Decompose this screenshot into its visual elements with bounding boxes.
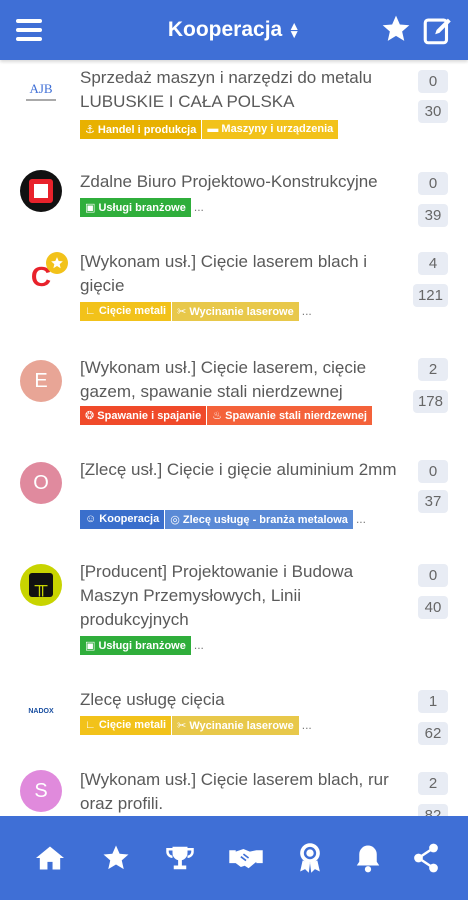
reply-count: 0 — [418, 564, 448, 587]
listing-title: Zdalne Biuro Projektowo-Konstrukcyjne — [80, 172, 378, 191]
bottom-navigation — [0, 816, 468, 900]
reply-count: 2 — [418, 358, 448, 381]
star-icon[interactable] — [380, 13, 412, 45]
reply-count: 0 — [418, 70, 448, 93]
listing-title: Sprzedaż maszyn i narzędzi do metalu LUB… — [80, 68, 372, 111]
tag[interactable]: ▬ Maszyny i urządzenia — [202, 120, 339, 139]
tag-list: ∟ Cięcie metali ✂ Wycinanie laserowe ... — [80, 716, 314, 735]
tag[interactable]: ✂ Wycinanie laserowe — [172, 716, 299, 735]
reply-count: 2 — [418, 772, 448, 795]
tag[interactable]: ☺ Kooperacja — [80, 510, 165, 529]
view-count: 40 — [418, 596, 448, 619]
page-title-text: Kooperacja — [167, 18, 283, 41]
list-item[interactable]: E [Wykonam usł.] Cięcie laserem, cięcie … — [0, 352, 468, 452]
view-count: 62 — [418, 722, 448, 745]
list-item[interactable]: ╥ [Producent] Projektowanie i Budowa Mas… — [0, 562, 468, 674]
view-count: 30 — [418, 100, 448, 123]
tag[interactable]: ∟ Cięcie metali — [80, 302, 172, 321]
tag-list: ☺ Kooperacja ◎ Zlecę usługę - branża met… — [80, 510, 368, 529]
home-icon[interactable] — [32, 840, 68, 876]
view-count: 82 — [418, 804, 448, 816]
listing-title: [Producent] Projektowanie i Budowa Maszy… — [80, 562, 354, 629]
tag-list: ❂ Spawanie i spajanie ♨ Spawanie stali n… — [80, 406, 373, 425]
view-count: 178 — [412, 390, 448, 413]
company-logo: ╥ — [20, 564, 62, 606]
bell-icon[interactable] — [350, 840, 386, 876]
listing-title: Zlecę usługę cięcia — [80, 690, 225, 709]
share-icon[interactable] — [408, 840, 444, 876]
top-app-bar: Kooperacja ▲ ▼ — [0, 0, 468, 60]
reply-count: 0 — [418, 172, 448, 195]
view-count: 121 — [412, 284, 448, 307]
tag[interactable]: ◎ Zlecę usługę - branża metalowa — [165, 510, 353, 529]
tag-list: ▣ Usługi branżowe ... — [80, 198, 206, 217]
tag[interactable]: ❂ Spawanie i spajanie — [80, 406, 207, 425]
tag[interactable]: ✂ Wycinanie laserowe — [172, 302, 299, 321]
trophy-icon[interactable] — [162, 840, 198, 876]
tag-list: ∟ Cięcie metali ✂ Wycinanie laserowe ... — [80, 302, 314, 321]
listing-title: [Wykonam usł.] Cięcie laserem, cięcie ga… — [80, 358, 367, 401]
company-logo: AJB — [20, 70, 62, 112]
tag-list: ⚓ Handel i produkcja ▬ Maszyny i urządze… — [80, 120, 339, 139]
list-item[interactable]: NADOX Zlecę usługę cięcia ∟ Cięcie metal… — [0, 684, 468, 754]
tag[interactable]: ▣ Usługi branżowe — [80, 636, 191, 655]
listing-title: [Zlecę usł.] Cięcie i gięcie aluminium 2… — [80, 460, 397, 479]
star-icon[interactable] — [98, 840, 134, 876]
list-item[interactable]: O [Zlecę usł.] Cięcie i gięcie aluminium… — [0, 458, 468, 558]
listing-title: [Wykonam usł.] Cięcie laserem blach, rur… — [80, 770, 389, 813]
list-item[interactable]: AJB Sprzedaż maszyn i narzędzi do metalu… — [0, 60, 468, 156]
avatar: E — [20, 360, 62, 402]
avatar: S — [20, 770, 62, 812]
list-item[interactable]: C [Wykonam usł.] Cięcie laserem blach i … — [0, 246, 468, 346]
edit-icon[interactable] — [421, 13, 455, 47]
tag[interactable]: ♨ Spawanie stali nierdzewnej — [207, 406, 372, 425]
reply-count: 0 — [418, 460, 448, 483]
listing-title: [Wykonam usł.] Cięcie laserem blach i gi… — [80, 252, 368, 295]
sort-icon[interactable]: ▲ ▼ — [288, 20, 300, 40]
view-count: 39 — [418, 204, 448, 227]
company-logo — [20, 170, 62, 212]
avatar: O — [20, 462, 62, 504]
tag[interactable]: ∟ Cięcie metali — [80, 716, 172, 735]
tag[interactable]: ▣ Usługi branżowe — [80, 198, 191, 217]
handshake-icon[interactable] — [228, 840, 264, 876]
view-count: 37 — [418, 490, 448, 513]
tag[interactable]: ⚓ Handel i produkcja — [80, 120, 202, 139]
reply-count: 4 — [418, 252, 448, 275]
list-item[interactable]: Zdalne Biuro Projektowo-Konstrukcyjne ▣ … — [0, 160, 468, 240]
award-icon[interactable] — [292, 840, 328, 876]
company-logo: NADOX — [20, 690, 62, 732]
listing-list: AJB Sprzedaż maszyn i narzędzi do metalu… — [0, 60, 468, 816]
reply-count: 1 — [418, 690, 448, 713]
tag-list: ▣ Usługi branżowe ... — [80, 636, 206, 655]
list-item[interactable]: S [Wykonam usł.] Cięcie laserem blach, r… — [0, 764, 468, 816]
featured-star-icon — [46, 252, 68, 274]
